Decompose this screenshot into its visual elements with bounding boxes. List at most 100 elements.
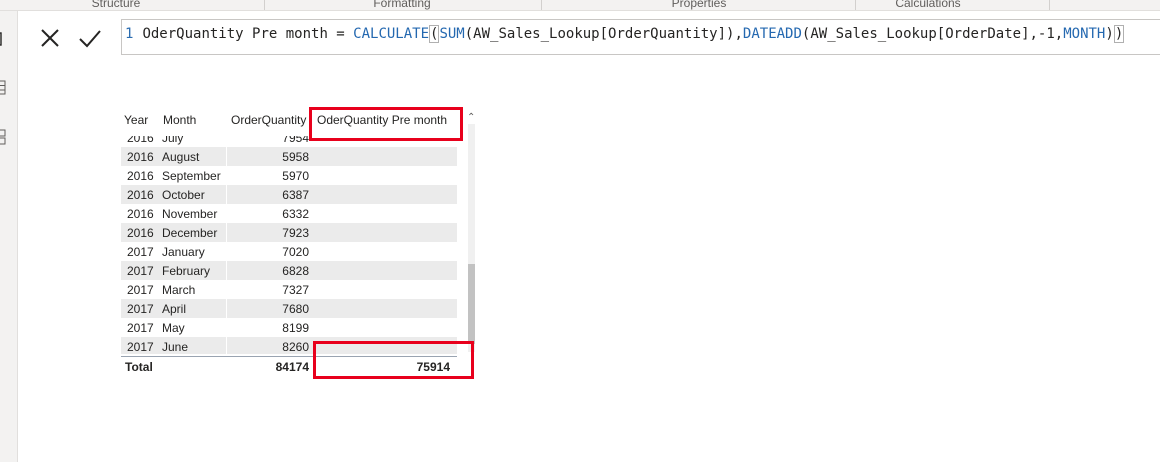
cell-year: 2017	[127, 321, 154, 335]
cell-orderquantity: 6828	[282, 264, 309, 278]
column-header-month[interactable]: Month	[163, 113, 196, 127]
highlight-box-total	[313, 341, 474, 379]
column-divider	[226, 299, 227, 318]
table-row[interactable]: 2016 September 5970	[121, 166, 457, 185]
column-divider	[226, 261, 227, 280]
cell-month: February	[162, 264, 211, 278]
column-divider	[226, 318, 227, 337]
table-visual[interactable]: Year Month OrderQuantity OderQuantity Pr…	[118, 106, 478, 381]
ribbon-group-labels: Structure Formatting Properties Calculat…	[0, 0, 1160, 11]
formula-token: MONTH	[1063, 26, 1106, 42]
formula-code: 1 OderQuantity Pre month = CALCULATE(SUM(…	[125, 25, 1125, 43]
cell-orderquantity: 6332	[282, 207, 309, 221]
formula-token: OderQuantity Pre month =	[142, 26, 354, 42]
cell-orderquantity: 7020	[282, 245, 309, 259]
cell-orderquantity: 7923	[282, 226, 309, 240]
model-view-icon[interactable]	[0, 129, 9, 145]
ribbon-group-properties: Properties	[671, 0, 727, 10]
table-row[interactable]: 2016 November 6332	[121, 204, 457, 223]
ribbon-divider	[541, 0, 542, 10]
table-row[interactable]: 2016 August 5958	[121, 147, 457, 166]
chevron-up-icon[interactable]: ⌃	[467, 112, 475, 123]
formula-token: )	[1113, 25, 1125, 43]
cell-orderquantity: 7327	[282, 283, 309, 297]
column-header-orderquantity[interactable]: OrderQuantity	[231, 113, 306, 127]
formula-token: DATEADD	[742, 26, 802, 42]
column-divider	[226, 166, 227, 185]
cell-month: January	[162, 245, 205, 259]
column-divider	[226, 337, 227, 354]
commit-formula-button[interactable]	[76, 24, 104, 52]
cell-year: 2017	[127, 245, 154, 259]
column-divider	[226, 280, 227, 299]
cancel-formula-button[interactable]	[36, 24, 64, 52]
formula-token: (AW_Sales_Lookup[OrderQuantity]),	[464, 26, 743, 42]
table-scrollbar[interactable]: ⌃	[467, 108, 476, 354]
cell-year: 2017	[127, 340, 154, 354]
cell-month: August	[162, 150, 200, 164]
cell-month: June	[162, 340, 189, 354]
ribbon-divider	[264, 0, 265, 10]
cell-orderquantity: 8260	[282, 340, 309, 354]
formula-token: )	[1105, 26, 1114, 42]
cell-year: 2016	[127, 169, 154, 183]
formula-token: CALCULATE	[353, 26, 430, 42]
cell-orderquantity: 5970	[282, 169, 309, 183]
table-row[interactable]: 2017 April 7680	[121, 299, 457, 318]
ribbon-group-formatting: Formatting	[373, 0, 431, 10]
table-row[interactable]: 2017 March 7327	[121, 280, 457, 299]
column-divider	[226, 242, 227, 261]
cell-year: 2016	[127, 136, 154, 145]
formula-bar-buttons	[22, 18, 120, 56]
formula-token: (AW_Sales_Lookup[OrderDate],-1,	[801, 26, 1064, 42]
table-row[interactable]: 2017 May 8199	[121, 318, 457, 337]
cell-year: 2016	[127, 226, 154, 240]
total-label: Total	[125, 360, 153, 374]
cell-month: September	[162, 169, 221, 183]
column-divider	[226, 204, 227, 223]
cell-year: 2016	[127, 207, 154, 221]
ribbon-group-structure: Structure	[91, 0, 141, 10]
view-rail	[0, 11, 18, 462]
ribbon-divider	[1049, 0, 1050, 10]
scrollbar-thumb[interactable]	[468, 264, 475, 344]
column-divider	[226, 147, 227, 166]
column-divider	[226, 136, 227, 147]
dax-formula-input[interactable]: 1 OderQuantity Pre month = CALCULATE(SUM(…	[121, 19, 1160, 55]
cell-year: 2017	[127, 264, 154, 278]
column-divider	[226, 223, 227, 242]
cell-orderquantity: 5958	[282, 150, 309, 164]
report-view-icon[interactable]	[0, 31, 9, 47]
table-row[interactable]: 2017 February 6828	[121, 261, 457, 280]
highlight-box-header	[309, 107, 463, 141]
cell-year: 2017	[127, 302, 154, 316]
cell-orderquantity: 7680	[282, 302, 309, 316]
formula-token: (	[429, 25, 440, 43]
formula-text: OderQuantity Pre month = CALCULATE(SUM(A…	[142, 25, 1125, 43]
cell-orderquantity: 6387	[282, 188, 309, 202]
cell-orderquantity: 7954	[282, 136, 309, 145]
cell-year: 2016	[127, 150, 154, 164]
table-row[interactable]: 2016 December 7923	[121, 223, 457, 242]
cell-month: October	[162, 188, 205, 202]
table-body: 2016 July 7954 2016 August 5958 2016 September 5…	[121, 136, 457, 354]
ribbon-group-calculations: Calculations	[895, 0, 961, 10]
cell-year: 2016	[127, 188, 154, 202]
column-header-year[interactable]: Year	[124, 113, 148, 127]
total-orderquantity: 84174	[275, 360, 309, 374]
formula-token: SUM	[439, 26, 465, 42]
data-view-icon[interactable]	[0, 79, 9, 95]
column-divider	[226, 185, 227, 204]
cell-month: December	[162, 226, 218, 240]
cell-month: March	[162, 283, 196, 297]
cell-month: November	[162, 207, 218, 221]
cell-year: 2017	[127, 283, 154, 297]
cell-month: July	[162, 136, 184, 145]
cell-month: April	[162, 302, 187, 316]
ribbon-divider	[855, 0, 856, 10]
table-row[interactable]: 2016 October 6387	[121, 185, 457, 204]
line-number: 1	[125, 26, 134, 42]
cell-month: May	[162, 321, 185, 335]
table-row[interactable]: 2017 January 7020	[121, 242, 457, 261]
cell-orderquantity: 8199	[282, 321, 309, 335]
